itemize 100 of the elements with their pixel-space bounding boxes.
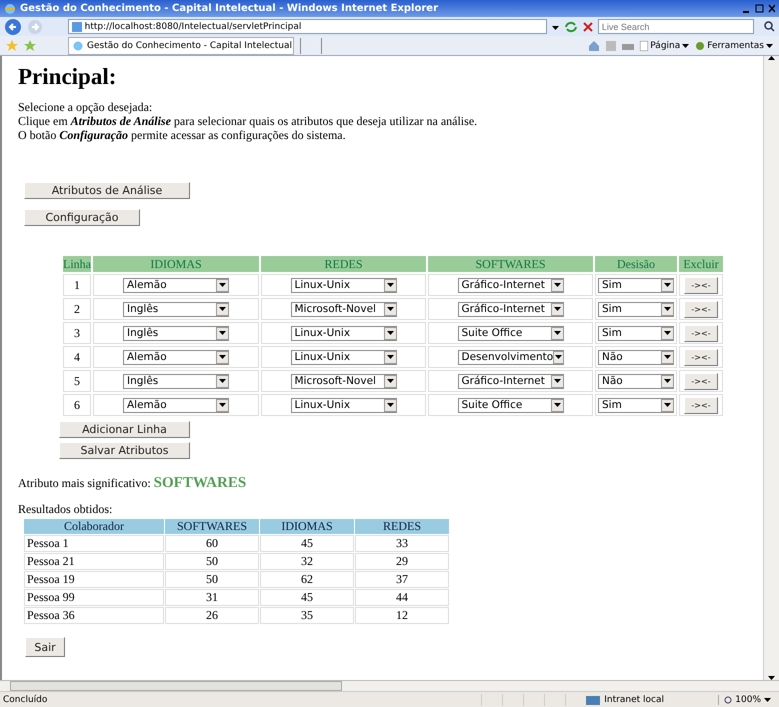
- column-header: Colaborador: [24, 519, 164, 534]
- caret-icon: [386, 283, 394, 288]
- refresh-icon[interactable]: [564, 20, 578, 32]
- dropdown[interactable]: Não: [598, 374, 674, 389]
- dropdown[interactable]: Inglês: [123, 374, 229, 389]
- back-icon[interactable]: [4, 18, 22, 36]
- gear-icon: [695, 40, 706, 50]
- new-tab[interactable]: [300, 38, 322, 54]
- search-field[interactable]: Live Search: [598, 19, 754, 34]
- dropdown[interactable]: Sim: [598, 326, 674, 341]
- delete-row-button[interactable]: -><-: [684, 276, 718, 294]
- caret-icon: [219, 355, 226, 360]
- zoom-control[interactable]: 100%: [718, 695, 776, 705]
- table-cell: 12: [355, 607, 449, 624]
- dropdown[interactable]: Inglês: [123, 302, 229, 317]
- caret-icon: [554, 307, 560, 312]
- table-cell: Pessoa 21: [24, 553, 164, 570]
- result-value: SOFTWARES: [154, 475, 246, 491]
- dropdown[interactable]: Sim: [598, 302, 674, 317]
- line-number: 1: [63, 274, 91, 296]
- delete-row-button[interactable]: -><-: [684, 348, 718, 366]
- add-favorite-icon[interactable]: [24, 40, 36, 52]
- column-header: IDIOMAS: [93, 256, 259, 272]
- settings-button[interactable]: Configuração: [24, 209, 140, 226]
- dropdown[interactable]: Gráfico-Internet: [458, 302, 564, 317]
- column-header: SOFTWARES: [428, 256, 593, 272]
- attributes-button[interactable]: Atributos de Análise: [24, 182, 190, 199]
- dropdown[interactable]: Linux-Unix: [290, 278, 396, 293]
- stop-icon[interactable]: [582, 22, 593, 32]
- dropdown[interactable]: Alemão: [123, 398, 229, 413]
- browser-tab[interactable]: Gestão do Conhecimento - Capital Intelectual: [68, 36, 294, 54]
- caret-icon: [664, 331, 671, 336]
- address-field[interactable]: http://localhost:8080/Intelectual/servletPrincipal: [68, 19, 548, 34]
- caret-icon: [552, 26, 560, 30]
- dropdown[interactable]: Microsoft-Novel: [290, 302, 396, 317]
- add-row-button[interactable]: Adicionar Linha: [59, 421, 190, 438]
- dropdown[interactable]: Linux-Unix: [290, 350, 396, 365]
- zone-text: Intranet local: [604, 695, 665, 705]
- browser-icon: [4, 2, 16, 14]
- star-icon[interactable]: [6, 40, 18, 52]
- caret-icon: [219, 403, 226, 408]
- caret-icon: [554, 403, 560, 408]
- dropdown[interactable]: Suite Office: [458, 398, 564, 413]
- dropdown[interactable]: Linux-Unix: [290, 398, 396, 413]
- browser-icon: [73, 40, 83, 50]
- dropdown[interactable]: Microsoft-Novel: [290, 374, 396, 389]
- dropdown[interactable]: Gráfico-Internet: [458, 278, 564, 293]
- scrollbar[interactable]: [763, 56, 779, 680]
- caret-icon: [386, 379, 394, 384]
- dropdown[interactable]: Sim: [598, 398, 674, 413]
- delete-row-button[interactable]: -><-: [684, 300, 718, 318]
- dropdown[interactable]: Inglês: [123, 326, 229, 341]
- caret-icon: [764, 698, 771, 702]
- exit-button[interactable]: Sair: [25, 637, 65, 657]
- dropdown[interactable]: Alemão: [123, 350, 229, 365]
- caret-icon: [664, 283, 671, 288]
- caret-icon: [766, 44, 773, 48]
- dropdown[interactable]: Sim: [598, 278, 674, 293]
- instruction-text: Clique em Atributos de Análise para selecionar quais os atributos que deseja utilizar na análise.: [18, 114, 478, 128]
- caret-icon: [554, 283, 560, 288]
- search-icon[interactable]: [764, 21, 775, 32]
- line-number: 5: [63, 370, 91, 392]
- window-title: Gestão do Conhecimento - Capital Intelectual - Windows Internet Explorer: [20, 3, 439, 14]
- dropdown[interactable]: Desenvolvimento: [458, 350, 564, 365]
- page-heading: Principal:: [18, 64, 118, 90]
- caret-icon: [386, 307, 394, 312]
- table-cell: 29: [355, 553, 449, 570]
- dropdown[interactable]: Não: [598, 350, 674, 365]
- caret-icon: [219, 379, 226, 384]
- delete-row-button[interactable]: -><-: [684, 324, 718, 342]
- table-cell: Pessoa 1: [24, 535, 164, 552]
- table-cell: 45: [260, 535, 354, 552]
- close-icon[interactable]: [768, 4, 775, 13]
- home-icon[interactable]: [588, 40, 600, 51]
- caret-icon: [219, 307, 226, 312]
- line-number: 2: [63, 298, 91, 320]
- caret-icon: [664, 355, 671, 360]
- dropdown[interactable]: Gráfico-Internet: [458, 374, 564, 389]
- column-header: REDES: [355, 519, 449, 534]
- tools-menu[interactable]: Ferramentas: [695, 40, 773, 50]
- table-cell: 60: [165, 535, 259, 552]
- page-menu[interactable]: Página: [640, 40, 690, 50]
- maximize-icon[interactable]: [755, 4, 764, 13]
- caret-icon: [554, 331, 560, 336]
- status-text: Concluído: [3, 695, 48, 705]
- caret-icon: [554, 379, 560, 384]
- delete-row-button[interactable]: -><-: [684, 372, 718, 390]
- table-cell: Pessoa 36: [24, 607, 164, 624]
- dropdown[interactable]: Linux-Unix: [290, 326, 396, 341]
- horizontal-scrollbar[interactable]: [0, 680, 779, 691]
- dropdown[interactable]: Suite Office: [458, 326, 564, 341]
- delete-row-button[interactable]: -><-: [684, 396, 718, 414]
- dropdown[interactable]: Alemão: [123, 278, 229, 293]
- save-button[interactable]: Salvar Atributos: [59, 442, 190, 459]
- table-cell: 35: [260, 607, 354, 624]
- table-cell: 37: [355, 571, 449, 588]
- caret-icon: [386, 355, 394, 360]
- caret-icon: [386, 331, 394, 336]
- line-number: 3: [63, 322, 91, 344]
- result-label: Atributo mais significativo:: [18, 476, 151, 490]
